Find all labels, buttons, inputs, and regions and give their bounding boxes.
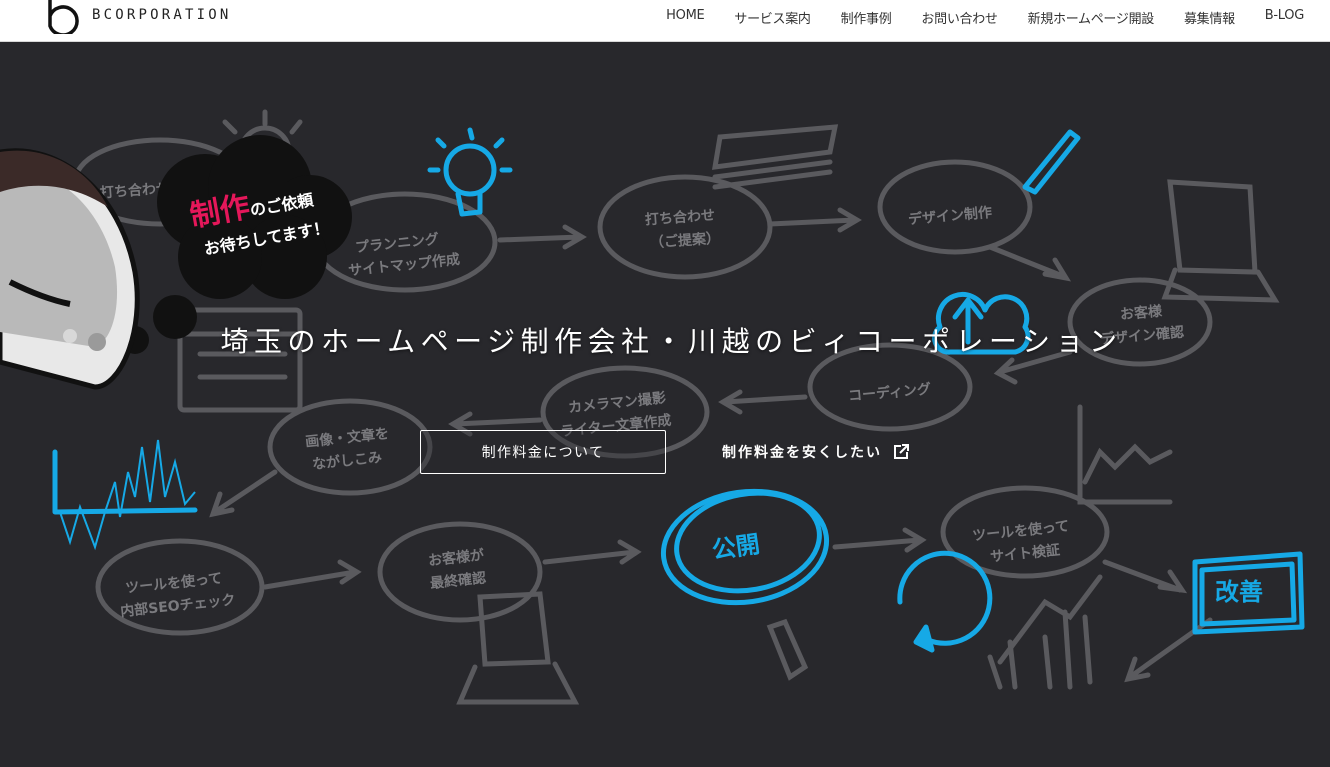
hero-section: 打ち合わせ プランニング サイトマップ作成 打ち合わせ （ご提案） デザイン制作… — [0, 42, 1330, 767]
reduce-cost-label: 制作料金を安くしたい — [722, 445, 882, 461]
step-label-publish: 公開 — [710, 530, 761, 564]
step-label: プランニング — [354, 230, 439, 256]
external-link-icon — [894, 444, 909, 459]
step-label: サイト検証 — [989, 541, 1060, 565]
nav-services[interactable]: サービス案内 — [734, 8, 811, 27]
step-label: デザイン制作 — [907, 204, 992, 228]
brand-name[interactable]: BCORPORATION — [92, 7, 232, 23]
step-label: コーディング — [847, 380, 931, 404]
step-label: 最終確認 — [429, 569, 486, 592]
step-label: （ご提案） — [650, 230, 721, 252]
hero-headline: 埼玉のホームページ制作会社・川越のビィコーポレーション — [220, 325, 1123, 358]
bubble-line1: のご依頼 — [248, 190, 315, 220]
nav-contact[interactable]: お問い合わせ — [921, 8, 998, 27]
step-label: カメラマン撮影 — [567, 389, 666, 416]
step-label: ツールを使って — [124, 570, 223, 597]
main-nav: HOME サービス案内 制作事例 お問い合わせ 新規ホームページ開設 募集情報 … — [666, 8, 1304, 27]
step-label: お客様が — [427, 546, 485, 569]
nav-recruit[interactable]: 募集情報 — [1184, 8, 1235, 27]
nav-works[interactable]: 制作事例 — [841, 8, 892, 27]
workflow-sketch-illustration: 打ち合わせ プランニング サイトマップ作成 打ち合わせ （ご提案） デザイン制作… — [0, 109, 1305, 705]
step-label: 内部SEOチェック — [119, 591, 236, 620]
step-label: 画像・文章を — [304, 425, 389, 451]
nav-blog[interactable]: B-LOG — [1265, 8, 1305, 27]
nav-new-site[interactable]: 新規ホームページ開設 — [1028, 8, 1155, 27]
pricing-button[interactable]: 制作料金について — [420, 430, 666, 474]
site-header: BCORPORATION HOME サービス案内 制作事例 お問い合わせ 新規ホ… — [0, 0, 1330, 42]
nav-home[interactable]: HOME — [666, 8, 705, 27]
step-label-improve: 改善 — [1215, 578, 1263, 606]
step-label: ツールを使って — [971, 517, 1070, 544]
step-label: 打ち合わせ — [645, 207, 716, 229]
logo-icon[interactable] — [44, 0, 84, 34]
reduce-cost-link[interactable]: 制作料金を安くしたい — [722, 442, 910, 462]
step-label: ながしこみ — [311, 449, 382, 473]
